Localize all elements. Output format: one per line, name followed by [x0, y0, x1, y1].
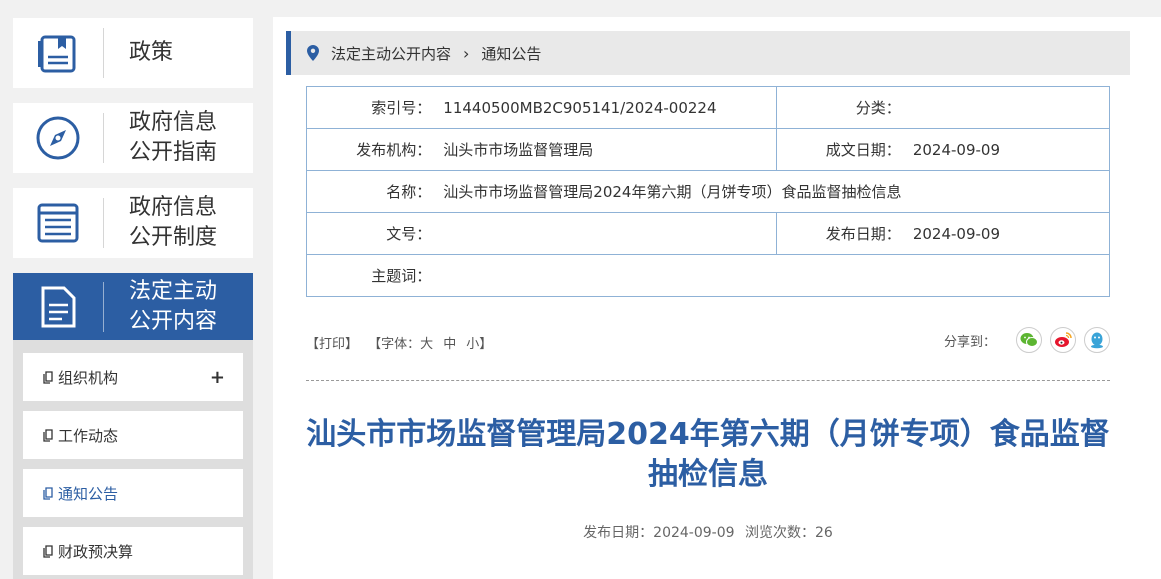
- expand-icon[interactable]: +: [210, 367, 225, 388]
- nav-label: 法定主动 公开内容: [129, 278, 218, 334]
- font-size-label: 【字体：: [368, 337, 421, 352]
- breadcrumb-link[interactable]: 法定主动公开内容: [331, 43, 451, 64]
- meta-value: [443, 254, 1111, 297]
- meta-value: [912, 86, 1110, 129]
- sub-item-organization[interactable]: 组织机构 +: [23, 353, 243, 401]
- nav-disclosure-rules[interactable]: 政府信息 公开制度: [13, 188, 253, 258]
- sidebar: 政策 政府信息 公开指南 政府信息 公开制度 法定主动 公开内容 组织机构 + …: [0, 0, 265, 579]
- nav-statutory-disclosure[interactable]: 法定主动 公开内容: [13, 273, 253, 340]
- article-views: 浏览次数：26: [745, 525, 833, 541]
- breadcrumb-current[interactable]: 通知公告: [481, 43, 541, 64]
- meta-value: 汕头市市场监督管理局: [443, 128, 777, 171]
- sub-item-label: 通知公告: [58, 484, 119, 503]
- compass-icon: [13, 115, 103, 161]
- qq-share-button[interactable]: [1084, 327, 1110, 353]
- sub-item-work-news[interactable]: 工作动态: [23, 411, 243, 459]
- weibo-share-button[interactable]: [1050, 327, 1076, 353]
- meta-key: 分类：: [775, 86, 913, 129]
- meta-value: [443, 212, 777, 255]
- meta-row: 主题词：: [306, 254, 1111, 297]
- meta-table: 索引号： 11440500MB2C905141/2024-00224 分类： 发…: [306, 86, 1111, 297]
- toolbar-left: 【打印】 【字体：大中小】: [306, 333, 498, 352]
- meta-key: 索引号：: [306, 86, 444, 129]
- share-label: 分享到：: [943, 334, 996, 350]
- location-pin-icon: [307, 45, 319, 61]
- policy-book-icon: [13, 31, 103, 75]
- wechat-icon: [1020, 333, 1038, 347]
- document-small-icon: [43, 544, 53, 558]
- main-content: 法定主动公开内容 › 通知公告 索引号： 11440500MB2C905141/…: [273, 17, 1161, 579]
- font-large-button[interactable]: 大: [420, 337, 433, 352]
- meta-value: 11440500MB2C905141/2024-00224: [443, 86, 777, 129]
- font-small-button[interactable]: 小】: [466, 337, 492, 352]
- nav-label: 政府信息 公开指南: [129, 110, 218, 165]
- meta-key: 名称：: [306, 170, 444, 213]
- article-pub-info: 发布日期：2024-09-09 浏览次数：26: [306, 522, 1110, 542]
- article-toolbar: 【打印】 【字体：大中小】 分享到：: [306, 327, 1110, 357]
- breadcrumb: 法定主动公开内容 › 通知公告: [286, 31, 1130, 75]
- meta-key: 主题词：: [306, 254, 444, 297]
- document-small-icon: [43, 370, 53, 384]
- meta-row: 名称： 汕头市市场监督管理局2024年第六期（月饼专项）食品监督抽检信息: [306, 170, 1111, 213]
- document-small-icon: [43, 486, 53, 500]
- meta-row: 索引号： 11440500MB2C905141/2024-00224 分类：: [306, 86, 1110, 129]
- sub-item-label: 工作动态: [58, 426, 119, 445]
- document-icon: [13, 285, 103, 329]
- document-small-icon: [43, 428, 53, 442]
- sub-item-budget[interactable]: 财政预决算: [23, 527, 243, 575]
- article-title: 汕头市市场监督管理局2024年第六期（月饼专项）食品监督抽检信息: [306, 417, 1110, 492]
- meta-key: 发布日期：: [775, 212, 913, 255]
- wechat-share-button[interactable]: [1016, 327, 1042, 353]
- meta-row: 文号： 发布日期： 2024-09-09: [306, 212, 1110, 255]
- meta-value: 汕头市市场监督管理局2024年第六期（月饼专项）食品监督抽检信息: [443, 170, 1111, 213]
- nav-policy[interactable]: 政策: [13, 18, 253, 88]
- list-doc-icon: [13, 200, 103, 246]
- sub-item-label: 财政预决算: [58, 542, 134, 561]
- meta-key: 文号：: [306, 212, 444, 255]
- share-group: 分享到：: [944, 327, 1110, 353]
- nav-disclosure-guide[interactable]: 政府信息 公开指南: [13, 103, 253, 173]
- nav-label: 政府信息 公开制度: [129, 195, 218, 250]
- nav-label: 政策: [129, 40, 174, 65]
- page: 政策 政府信息 公开指南 政府信息 公开制度 法定主动 公开内容 组织机构 + …: [0, 0, 1161, 579]
- print-button[interactable]: 【打印】: [306, 337, 358, 352]
- qq-icon: [1091, 332, 1103, 349]
- sub-item-label: 组织机构: [58, 368, 119, 387]
- sub-menu: 组织机构 + 工作动态 通知公告 财政预决算: [13, 340, 253, 579]
- sub-item-notices[interactable]: 通知公告: [23, 469, 243, 517]
- meta-value: 2024-09-09: [912, 212, 1110, 255]
- chevron-right-icon: ›: [463, 43, 470, 63]
- meta-key: 成文日期：: [775, 128, 913, 171]
- weibo-icon: [1055, 332, 1072, 347]
- article-pub-date: 发布日期：2024-09-09: [583, 525, 735, 541]
- font-medium-button[interactable]: 中: [443, 337, 456, 352]
- meta-key: 发布机构：: [306, 128, 444, 171]
- dashed-divider: [306, 380, 1110, 381]
- meta-value: 2024-09-09: [912, 128, 1110, 171]
- meta-row: 发布机构： 汕头市市场监督管理局 成文日期： 2024-09-09: [306, 128, 1110, 171]
